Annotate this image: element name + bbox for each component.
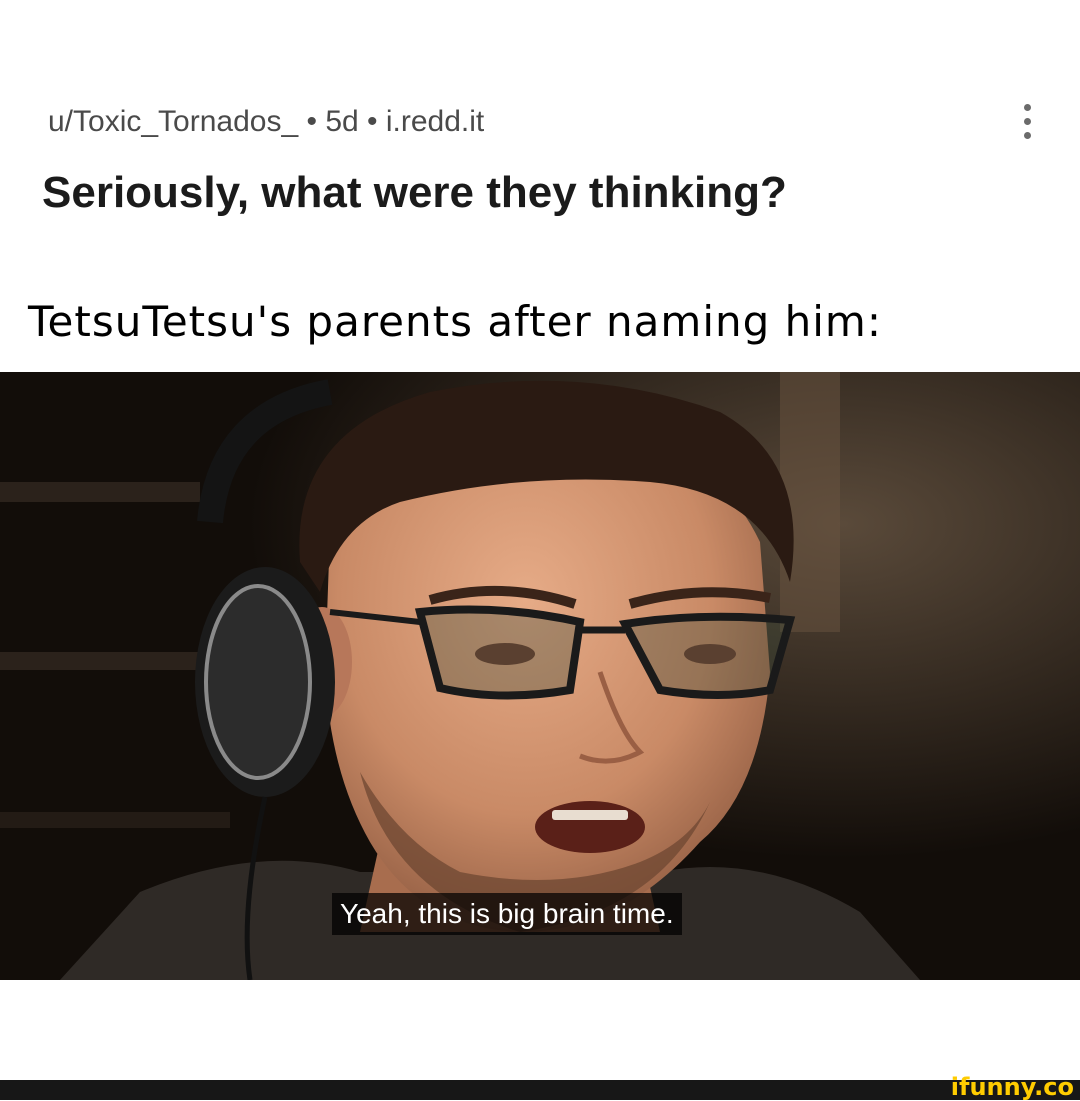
video-frame-illustration bbox=[0, 372, 1080, 980]
post-title[interactable]: Seriously, what were they thinking? bbox=[42, 163, 787, 223]
meme-image[interactable]: Yeah, this is big brain time. bbox=[0, 372, 1080, 980]
post-header: u/Toxic_Tornados_ • 5d • i.redd.it bbox=[48, 98, 1038, 146]
post-meta[interactable]: u/Toxic_Tornados_ • 5d • i.redd.it bbox=[48, 98, 1038, 146]
footer-bar bbox=[0, 1080, 1080, 1100]
meme-caption: TetsuTetsu's parents after naming him: bbox=[28, 297, 882, 346]
ifunny-watermark: ifunny.co bbox=[950, 1073, 1074, 1101]
kebab-menu-icon[interactable] bbox=[1018, 104, 1038, 140]
video-subtitle: Yeah, this is big brain time. bbox=[332, 893, 682, 935]
